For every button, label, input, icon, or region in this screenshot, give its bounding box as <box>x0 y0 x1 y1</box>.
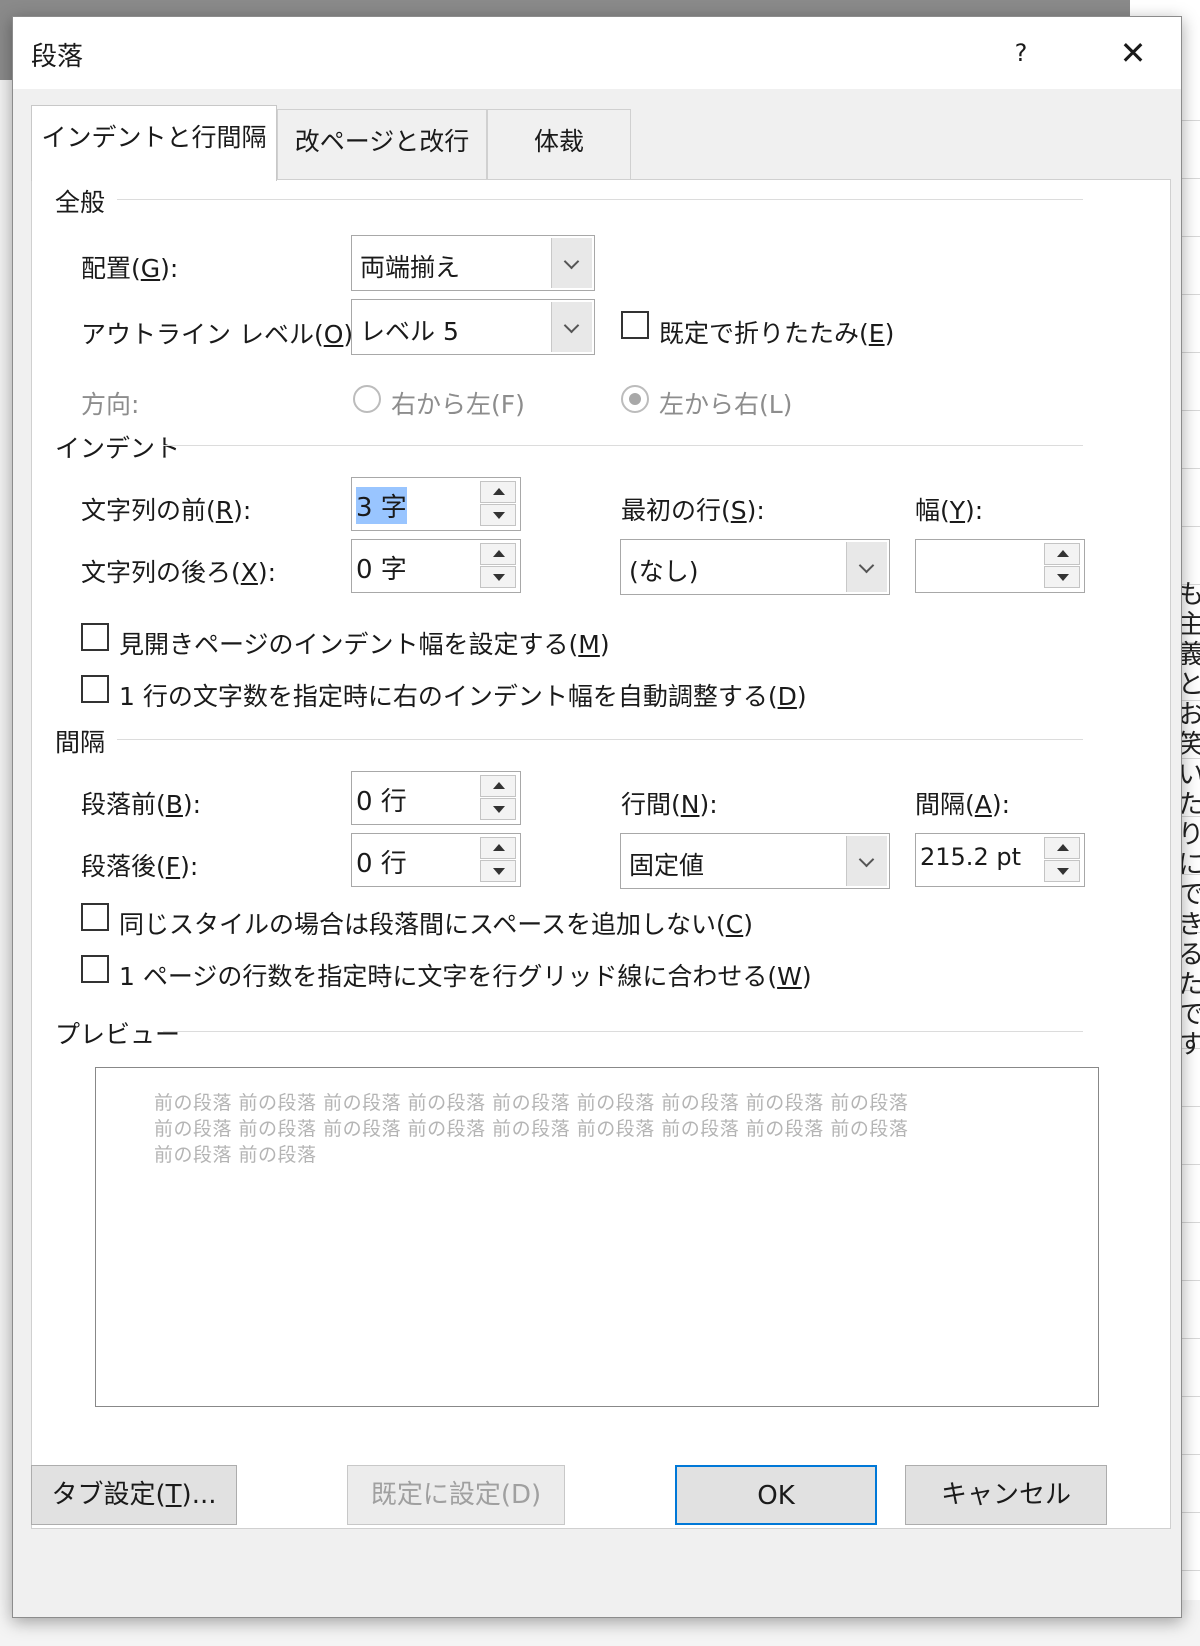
auto-adjust-indent-label: 1 行の文字数を指定時に右のインデント幅を自動調整する(D) <box>119 682 807 711</box>
section-general-heading: 全般 <box>55 188 106 217</box>
outline-level-label: アウトライン レベル(O): <box>81 320 362 349</box>
spin-up-icon[interactable] <box>1044 837 1080 859</box>
chevron-down-icon[interactable] <box>846 542 887 592</box>
section-preview-heading: プレビュー <box>55 1020 181 1049</box>
direction-rtl-radio[interactable] <box>353 385 381 413</box>
spacing-after-spinner[interactable]: 0 行 <box>351 833 521 887</box>
no-space-same-style-checkbox[interactable] <box>81 903 109 931</box>
preview-line: 前の段落 前の段落 前の段落 前の段落 前の段落 前の段落 前の段落 前の段落 … <box>154 1092 909 1114</box>
outline-level-value: レベル 5 <box>360 317 459 346</box>
spin-down-icon[interactable] <box>480 798 516 820</box>
spin-up-icon[interactable] <box>480 837 516 859</box>
preview-text: 前の段落 前の段落 前の段落 前の段落 前の段落 前の段落 前の段落 前の段落 … <box>154 1090 1014 1168</box>
direction-ltr-radio[interactable] <box>621 385 649 413</box>
first-line-value: (なし) <box>629 557 699 586</box>
auto-adjust-indent-checkbox[interactable] <box>81 675 109 703</box>
spin-up-icon[interactable] <box>480 543 516 565</box>
no-space-same-style-label: 同じスタイルの場合は段落間にスペースを追加しない(C) <box>119 910 753 939</box>
spin-down-icon[interactable] <box>1044 860 1080 882</box>
spacing-before-label: 段落前(B): <box>81 790 202 819</box>
tab-label: 体裁 <box>533 127 584 156</box>
spacing-at-spinner[interactable]: 215.2 pt <box>915 833 1085 887</box>
line-spacing-label: 行間(N): <box>621 790 718 819</box>
chevron-down-icon[interactable] <box>846 836 887 886</box>
spacing-before-value[interactable]: 0 行 <box>356 781 407 818</box>
alignment-value: 両端揃え <box>360 253 461 282</box>
spin-down-icon[interactable] <box>1044 566 1080 588</box>
spin-up-icon[interactable] <box>480 775 516 797</box>
outline-level-select[interactable]: レベル 5 <box>351 299 595 355</box>
tab-indents-and-spacing[interactable]: インデントと行間隔 <box>31 105 277 181</box>
spacing-before-spinner[interactable]: 0 行 <box>351 771 521 825</box>
spin-up-icon[interactable] <box>1044 543 1080 565</box>
spacing-after-label: 段落後(F): <box>81 852 199 881</box>
ok-button[interactable]: OK <box>675 1465 877 1525</box>
spin-down-icon[interactable] <box>480 566 516 588</box>
spin-down-icon[interactable] <box>480 860 516 882</box>
indent-width-label: 幅(Y): <box>915 496 984 525</box>
tab-asian-typography[interactable]: 体裁 <box>487 109 631 179</box>
preview-line: 前の段落 前の段落 前の段落 前の段落 前の段落 前の段落 前の段落 前の段落 … <box>154 1118 909 1140</box>
direction-label: 方向: <box>81 390 140 419</box>
first-line-label: 最初の行(S): <box>621 496 765 525</box>
section-divider <box>117 199 1083 200</box>
direction-ltr-label: 左から右(L) <box>659 390 793 419</box>
collapse-by-default-checkbox[interactable] <box>621 311 649 339</box>
snap-to-grid-label: 1 ページの行数を指定時に文字を行グリッド線に合わせる(W) <box>119 962 812 991</box>
indent-before-spinner[interactable]: 3 字 <box>351 477 521 531</box>
alignment-select[interactable]: 両端揃え <box>351 235 595 291</box>
cancel-button[interactable]: キャンセル <box>905 1465 1107 1525</box>
spin-up-icon[interactable] <box>480 481 516 503</box>
tab-label: 改ページと改行 <box>294 127 470 156</box>
help-button[interactable]: ? <box>1001 35 1041 71</box>
paragraph-dialog: 段落 ? ✕ インデントと行間隔 改ページと改行 体裁 全般 配置(G): 両端… <box>12 16 1182 1618</box>
section-indent-heading: インデント <box>55 434 181 463</box>
spacing-after-value[interactable]: 0 行 <box>356 843 407 880</box>
section-divider <box>163 1031 1083 1032</box>
line-spacing-select[interactable]: 固定値 <box>620 833 890 889</box>
close-button[interactable]: ✕ <box>1109 33 1157 73</box>
indent-before-value[interactable]: 3 字 <box>356 487 407 524</box>
chevron-down-icon[interactable] <box>551 302 592 352</box>
mirror-indents-label: 見開きページのインデント幅を設定する(M) <box>119 630 610 659</box>
indent-after-value[interactable]: 0 字 <box>356 549 407 586</box>
collapse-by-default-label: 既定で折りたたみ(E) <box>659 319 895 348</box>
spacing-at-label: 間隔(A): <box>915 790 1011 819</box>
indent-before-label: 文字列の前(R): <box>81 496 252 525</box>
preview-box: 前の段落 前の段落 前の段落 前の段落 前の段落 前の段落 前の段落 前の段落 … <box>95 1067 1099 1407</box>
indent-width-spinner[interactable] <box>915 539 1085 593</box>
first-line-select[interactable]: (なし) <box>620 539 890 595</box>
spin-down-icon[interactable] <box>480 504 516 526</box>
direction-rtl-label: 右から左(F) <box>391 390 525 419</box>
line-spacing-value: 固定値 <box>629 851 705 880</box>
section-spacing-heading: 間隔 <box>55 728 106 757</box>
tabs-button[interactable]: タブ設定(T)... <box>31 1465 237 1525</box>
indent-after-label: 文字列の後ろ(X): <box>81 558 277 587</box>
indent-after-spinner[interactable]: 0 字 <box>351 539 521 593</box>
tab-label: インデントと行間隔 <box>41 123 267 152</box>
spacing-at-value[interactable]: 215.2 pt <box>920 843 1021 871</box>
preview-line: 前の段落 前の段落 <box>154 1144 317 1166</box>
snap-to-grid-checkbox[interactable] <box>81 955 109 983</box>
title-bar: 段落 ? ✕ <box>13 17 1181 89</box>
section-divider <box>163 445 1083 446</box>
tab-line-and-page-breaks[interactable]: 改ページと改行 <box>277 109 487 179</box>
mirror-indents-checkbox[interactable] <box>81 623 109 651</box>
alignment-label: 配置(G): <box>81 254 179 283</box>
dialog-title: 段落 <box>31 42 84 72</box>
section-divider <box>117 739 1083 740</box>
chevron-down-icon[interactable] <box>551 238 592 288</box>
set-as-default-button[interactable]: 既定に設定(D) <box>347 1465 565 1525</box>
